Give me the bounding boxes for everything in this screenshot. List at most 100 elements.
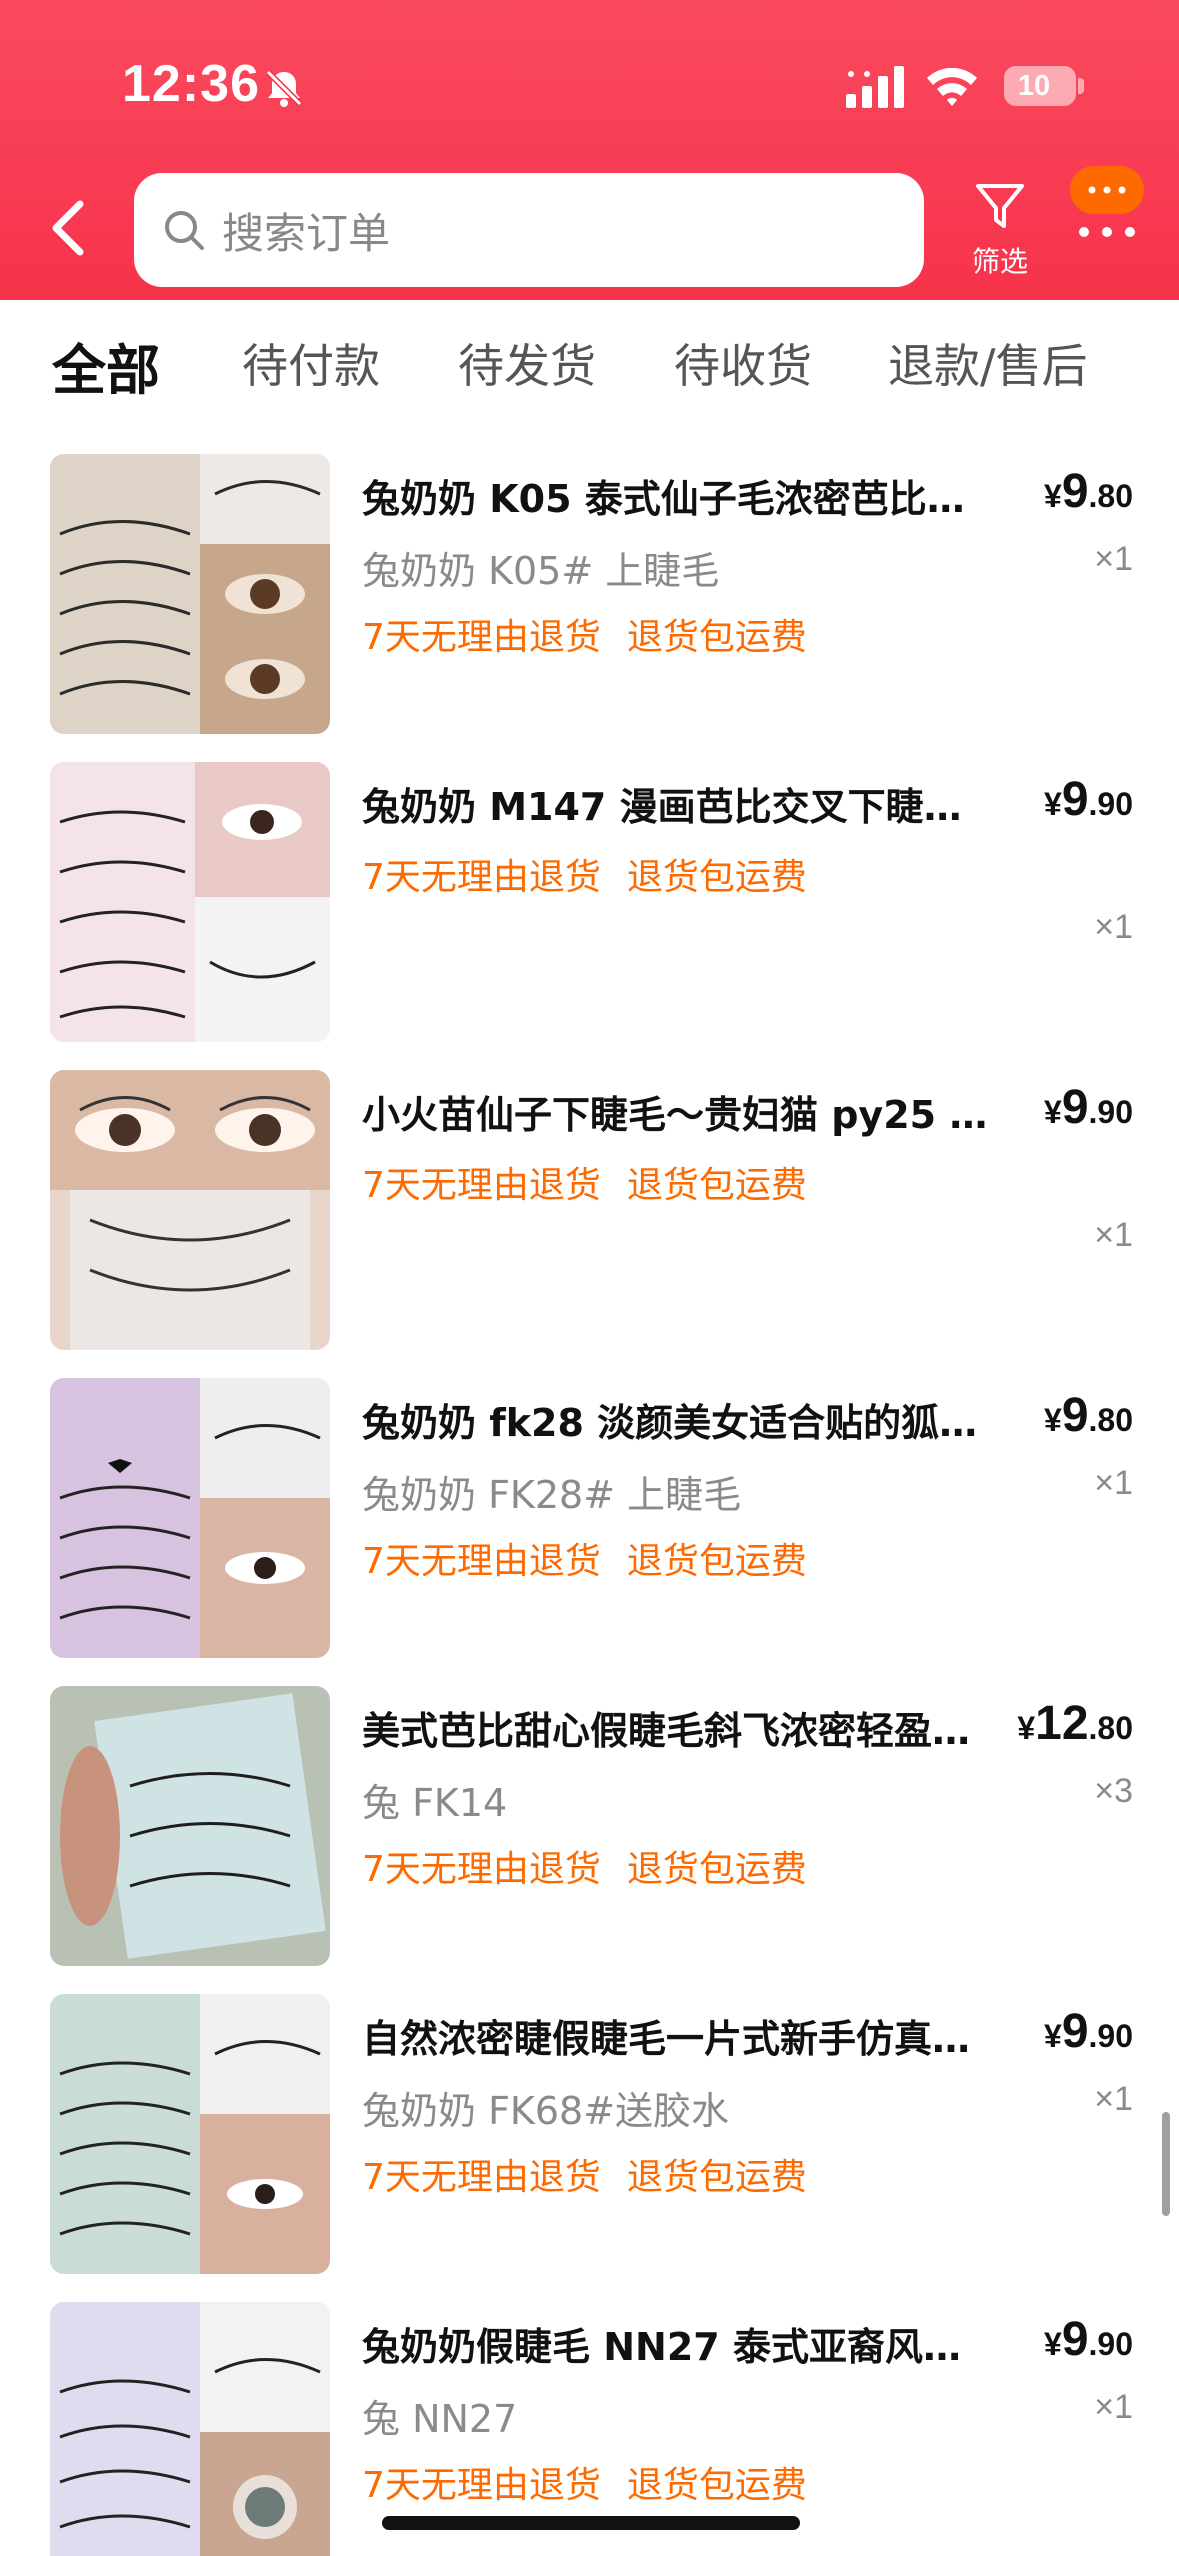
service-tags: 7天无理由退货 退货包运费 — [362, 2148, 833, 2200]
price-integer: 9 — [1061, 465, 1089, 518]
filter-label: 筛选 — [971, 245, 1028, 278]
more-options-icon[interactable] — [1064, 160, 1150, 246]
tag-free-return-shipping: 退货包运费 — [626, 1849, 807, 1890]
service-tags: 7天无理由退货 退货包运费 — [362, 1532, 833, 1584]
service-tags: 7天无理由退货 退货包运费 — [362, 1840, 833, 1892]
product-image — [50, 762, 330, 1042]
filter-button[interactable]: 筛选 — [962, 178, 1038, 288]
product-quantity: ×3 — [1094, 1772, 1133, 1810]
battery-cap — [1078, 78, 1084, 94]
tag-7day-return: 7天无理由退货 — [362, 617, 601, 658]
price-integer: 9 — [1061, 2005, 1089, 2058]
cellular-signal-icon — [846, 66, 904, 108]
wifi-icon — [927, 67, 977, 106]
price-integer: 9 — [1061, 2313, 1089, 2366]
product-image — [50, 1070, 330, 1350]
product-price: ¥9.90 — [1044, 2004, 1133, 2059]
product-price: ¥9.90 — [1044, 772, 1133, 827]
price-symbol: ¥ — [1044, 2018, 1062, 2054]
status-time: 12:36 — [122, 55, 260, 113]
home-indicator[interactable] — [382, 2516, 800, 2530]
product-image — [50, 1686, 330, 1966]
order-status-tabs: 全部 待付款 待发货 待收货 退款/售后 — [0, 300, 1179, 430]
tab-refund-aftersale[interactable]: 退款/售后 — [888, 330, 1088, 396]
list-item[interactable]: 兔奶奶 K05 泰式仙子毛浓密芭比假睫毛 ¥9.80 兔奶奶 K05# 上睫毛 … — [0, 430, 1179, 734]
tab-all[interactable]: 全部 — [52, 326, 160, 405]
service-tags: 7天无理由退货 退货包运费 — [362, 608, 833, 660]
price-symbol: ¥ — [1044, 786, 1062, 822]
product-title[interactable]: 美式芭比甜心假睫毛斜飞浓密轻盈自然 — [362, 1700, 992, 1755]
price-symbol: ¥ — [1044, 1094, 1062, 1130]
tag-free-return-shipping: 退货包运费 — [626, 2157, 807, 2198]
back-button[interactable] — [44, 196, 92, 260]
tag-free-return-shipping: 退货包运费 — [626, 1541, 807, 1582]
product-title[interactable]: 自然浓密睫假睫毛一片式新手仿真睫毛 — [362, 2008, 992, 2063]
tag-free-return-shipping: 退货包运费 — [626, 857, 807, 898]
product-title[interactable]: 兔奶奶 K05 泰式仙子毛浓密芭比假睫毛 — [362, 468, 992, 523]
list-item[interactable]: 自然浓密睫假睫毛一片式新手仿真睫毛 ¥9.90 兔奶奶 FK68#送胶水 ×1 … — [0, 1970, 1179, 2274]
product-quantity: ×1 — [1094, 1216, 1133, 1254]
service-tags: 7天无理由退货 退货包运费 — [362, 848, 833, 900]
service-tags: 7天无理由退货 退货包运费 — [362, 1156, 833, 1208]
tag-7day-return: 7天无理由退货 — [362, 2157, 601, 2198]
list-item[interactable]: 兔奶奶 fk28 淡颜美女适合贴的狐狸眼假睫毛 ¥9.80 兔奶奶 FK28# … — [0, 1354, 1179, 1658]
filter-icon — [976, 184, 1024, 228]
tag-7day-return: 7天无理由退货 — [362, 1165, 601, 1206]
product-quantity: ×1 — [1094, 908, 1133, 946]
price-decimal: .90 — [1088, 786, 1133, 822]
product-price: ¥9.90 — [1044, 2312, 1133, 2367]
list-item[interactable]: 小火苗仙子下睫毛～贵妇猫 py25 假睫毛 ¥9.90 7天无理由退货退货包运费… — [0, 1046, 1179, 1350]
list-item[interactable]: 兔奶奶假睫毛 NN27 泰式亚裔风纯欲假睫毛 ¥9.90 兔 NN27 ×1 7… — [0, 2278, 1179, 2556]
product-price: ¥9.80 — [1044, 1388, 1133, 1443]
list-item[interactable]: 美式芭比甜心假睫毛斜飞浓密轻盈自然 ¥12.80 兔 FK14 ×3 7天无理由… — [0, 1662, 1179, 1966]
product-title[interactable]: 兔奶奶 fk28 淡颜美女适合贴的狐狸眼假睫毛 — [362, 1392, 992, 1447]
scrollbar[interactable] — [1162, 2112, 1170, 2216]
tab-pending-shipment[interactable]: 待发货 — [458, 330, 596, 396]
product-title[interactable]: 小火苗仙子下睫毛～贵妇猫 py25 假睫毛 — [362, 1084, 992, 1139]
list-item[interactable]: 兔奶奶 M147 漫画芭比交叉下睫毛假睫毛 ¥9.90 7天无理由退货退货包运费… — [0, 738, 1179, 1042]
search-placeholder: 搜索订单 — [222, 208, 391, 258]
price-integer: 9 — [1061, 1081, 1089, 1134]
tag-7day-return: 7天无理由退货 — [362, 1541, 601, 1582]
price-symbol: ¥ — [1017, 1710, 1036, 1746]
price-integer: 9 — [1061, 1389, 1089, 1442]
battery-level: 10 — [1017, 70, 1051, 102]
tab-pending-receipt[interactable]: 待收货 — [674, 330, 812, 396]
product-price: ¥12.80 — [1017, 1696, 1133, 1751]
product-quantity: ×1 — [1094, 2080, 1133, 2118]
product-quantity: ×1 — [1094, 2388, 1133, 2426]
header-bar: 12:36 10 搜索订单 筛选 — [0, 0, 1179, 300]
price-integer: 9 — [1061, 773, 1089, 826]
search-input[interactable]: 搜索订单 — [134, 173, 924, 287]
battery-indicator: 10 — [1004, 66, 1076, 106]
price-decimal: .90 — [1088, 2018, 1133, 2054]
tab-pending-payment[interactable]: 待付款 — [242, 330, 380, 396]
tag-7day-return: 7天无理由退货 — [362, 857, 601, 898]
product-quantity: ×1 — [1094, 540, 1133, 578]
product-quantity: ×1 — [1094, 1464, 1133, 1502]
tag-7day-return: 7天无理由退货 — [362, 2465, 601, 2506]
price-symbol: ¥ — [1044, 2326, 1062, 2362]
price-decimal: .80 — [1088, 478, 1133, 514]
price-decimal: .80 — [1088, 1402, 1133, 1438]
product-image — [50, 2302, 330, 2556]
price-decimal: .90 — [1088, 2326, 1133, 2362]
price-symbol: ¥ — [1044, 478, 1062, 514]
product-image — [50, 1994, 330, 2274]
service-tags: 7天无理由退货 退货包运费 — [362, 2456, 833, 2508]
tag-7day-return: 7天无理由退货 — [362, 1849, 601, 1890]
product-title[interactable]: 兔奶奶 M147 漫画芭比交叉下睫毛假睫毛 — [362, 776, 992, 831]
product-spec: 兔 FK14 — [362, 1781, 508, 1825]
product-image — [50, 454, 330, 734]
bell-off-icon — [265, 69, 303, 107]
price-integer: 12 — [1035, 1697, 1089, 1750]
product-title[interactable]: 兔奶奶假睫毛 NN27 泰式亚裔风纯欲假睫毛 — [362, 2316, 992, 2371]
product-spec: 兔奶奶 FK28# 上睫毛 — [362, 1473, 742, 1517]
search-icon — [165, 211, 204, 250]
product-price: ¥9.80 — [1044, 464, 1133, 519]
tag-free-return-shipping: 退货包运费 — [626, 2465, 807, 2506]
product-image — [50, 1378, 330, 1658]
tag-free-return-shipping: 退货包运费 — [626, 1165, 807, 1206]
price-symbol: ¥ — [1044, 1402, 1062, 1438]
product-spec: 兔 NN27 — [362, 2397, 518, 2441]
